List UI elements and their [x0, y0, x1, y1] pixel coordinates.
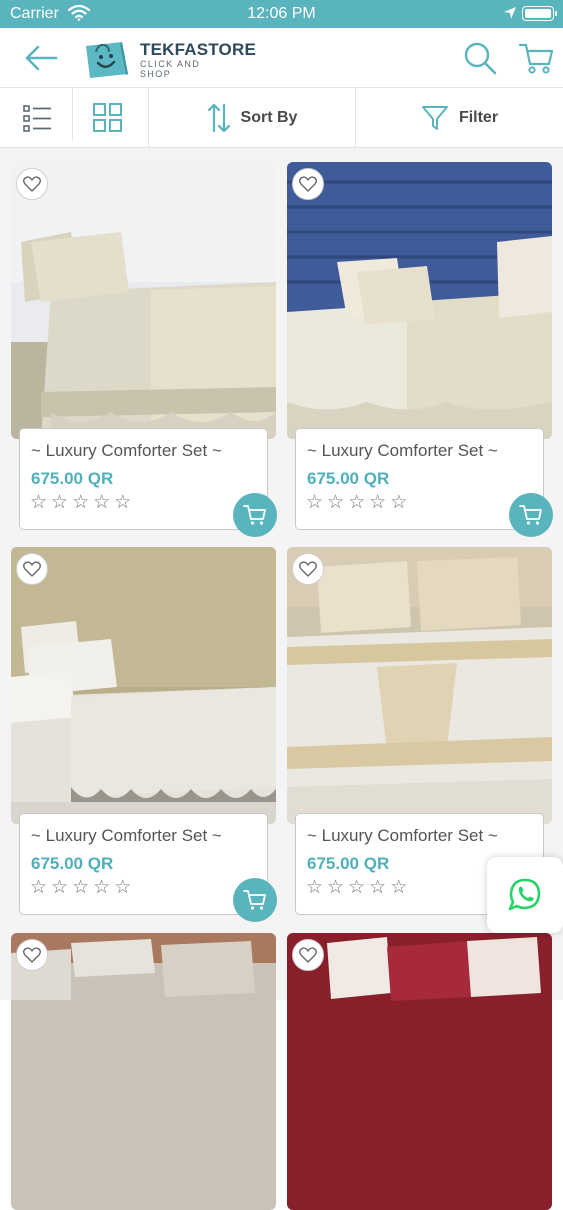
star-icon: ☆	[51, 877, 69, 898]
wishlist-button[interactable]	[292, 939, 324, 971]
app-header: TEKFASTORE CLICK AND SHOP	[0, 28, 563, 88]
star-icon: ☆	[369, 877, 387, 898]
star-icon: ☆	[306, 877, 324, 898]
wishlist-button[interactable]	[16, 939, 48, 971]
product-info: ~ Luxury Comforter Set ~ 675.00 QR ☆ ☆ ☆…	[295, 428, 544, 530]
product-price: 675.00 QR	[307, 854, 390, 873]
star-icon: ☆	[30, 492, 48, 513]
filter-label: Filter	[458, 109, 499, 126]
add-to-cart-button[interactable]	[233, 493, 277, 537]
battery-icon	[522, 6, 554, 21]
cart-icon[interactable]	[518, 40, 554, 76]
wishlist-button[interactable]	[292, 553, 324, 585]
list-view-icon[interactable]	[14, 98, 62, 138]
product-grid: ~ Luxury Comforter Set ~ 675.00 QR ☆ ☆ ☆…	[0, 148, 563, 1210]
add-to-cart-icon	[243, 890, 266, 910]
star-icon: ☆	[72, 492, 90, 513]
product-price: 675.00 QR	[31, 469, 114, 488]
star-icon: ☆	[306, 492, 324, 513]
brand-name: TEKFASTORE	[140, 40, 256, 59]
product-image[interactable]	[287, 162, 552, 439]
heart-icon	[299, 176, 317, 192]
location-icon	[504, 7, 516, 19]
product-title[interactable]: ~ Luxury Comforter Set ~	[31, 441, 222, 461]
star-icon: ☆	[51, 492, 69, 513]
heart-icon	[23, 947, 41, 963]
filter-button[interactable]: Filter	[356, 88, 563, 148]
add-to-cart-button[interactable]	[233, 878, 277, 922]
heart-icon	[299, 561, 317, 577]
product-image[interactable]	[11, 162, 276, 439]
wishlist-button[interactable]	[292, 168, 324, 200]
heart-icon	[23, 561, 41, 577]
product-image[interactable]	[287, 547, 552, 824]
star-icon: ☆	[327, 492, 345, 513]
product-info: ~ Luxury Comforter Set ~ 675.00 QR ☆ ☆ ☆…	[19, 428, 268, 530]
star-icon: ☆	[369, 492, 387, 513]
star-icon: ☆	[348, 877, 366, 898]
whatsapp-icon	[508, 878, 541, 911]
star-icon: ☆	[390, 877, 408, 898]
product-title[interactable]: ~ Luxury Comforter Set ~	[31, 826, 222, 846]
star-icon: ☆	[327, 877, 345, 898]
star-icon: ☆	[93, 877, 111, 898]
filter-icon	[421, 106, 448, 130]
add-to-cart-icon	[519, 505, 542, 525]
product-price: 675.00 QR	[31, 854, 114, 873]
star-icon: ☆	[114, 492, 132, 513]
sort-label: Sort By	[240, 109, 298, 126]
product-price: 675.00 QR	[307, 469, 390, 488]
toolbar-divider	[72, 88, 73, 140]
product-title[interactable]: ~ Luxury Comforter Set ~	[307, 441, 498, 461]
heart-icon	[23, 176, 41, 192]
heart-icon	[299, 947, 317, 963]
wishlist-button[interactable]	[16, 168, 48, 200]
rating-stars: ☆ ☆ ☆ ☆ ☆	[30, 493, 131, 513]
sort-button[interactable]: Sort By	[149, 88, 355, 148]
search-icon[interactable]	[462, 40, 498, 76]
product-title[interactable]: ~ Luxury Comforter Set ~	[307, 826, 498, 846]
add-to-cart-icon	[243, 505, 266, 525]
star-icon: ☆	[348, 492, 366, 513]
grid-view-icon[interactable]	[84, 98, 132, 138]
store-logo[interactable]: TEKFASTORE CLICK AND SHOP	[82, 34, 256, 82]
rating-stars: ☆ ☆ ☆ ☆ ☆	[306, 878, 407, 898]
rating-stars: ☆ ☆ ☆ ☆ ☆	[306, 493, 407, 513]
product-image[interactable]	[11, 933, 276, 1210]
star-icon: ☆	[72, 877, 90, 898]
battery-tip	[555, 11, 557, 16]
status-bar: Carrier 12:06 PM	[0, 0, 563, 28]
product-info: ~ Luxury Comforter Set ~ 675.00 QR ☆ ☆ ☆…	[19, 813, 268, 915]
product-image[interactable]	[11, 547, 276, 824]
star-icon: ☆	[30, 877, 48, 898]
star-icon: ☆	[93, 492, 111, 513]
sort-icon	[207, 103, 230, 133]
product-image[interactable]	[287, 933, 552, 1210]
rating-stars: ☆ ☆ ☆ ☆ ☆	[30, 878, 131, 898]
brand-tagline: CLICK AND SHOP	[140, 59, 201, 79]
logo-bag-icon	[86, 42, 128, 78]
back-arrow-icon[interactable]	[22, 42, 62, 74]
whatsapp-button[interactable]	[487, 857, 563, 933]
star-icon: ☆	[114, 877, 132, 898]
wishlist-button[interactable]	[16, 553, 48, 585]
clock: 12:06 PM	[247, 5, 316, 22]
add-to-cart-button[interactable]	[509, 493, 553, 537]
star-icon: ☆	[390, 492, 408, 513]
listing-toolbar: Sort By Filter	[0, 88, 563, 148]
